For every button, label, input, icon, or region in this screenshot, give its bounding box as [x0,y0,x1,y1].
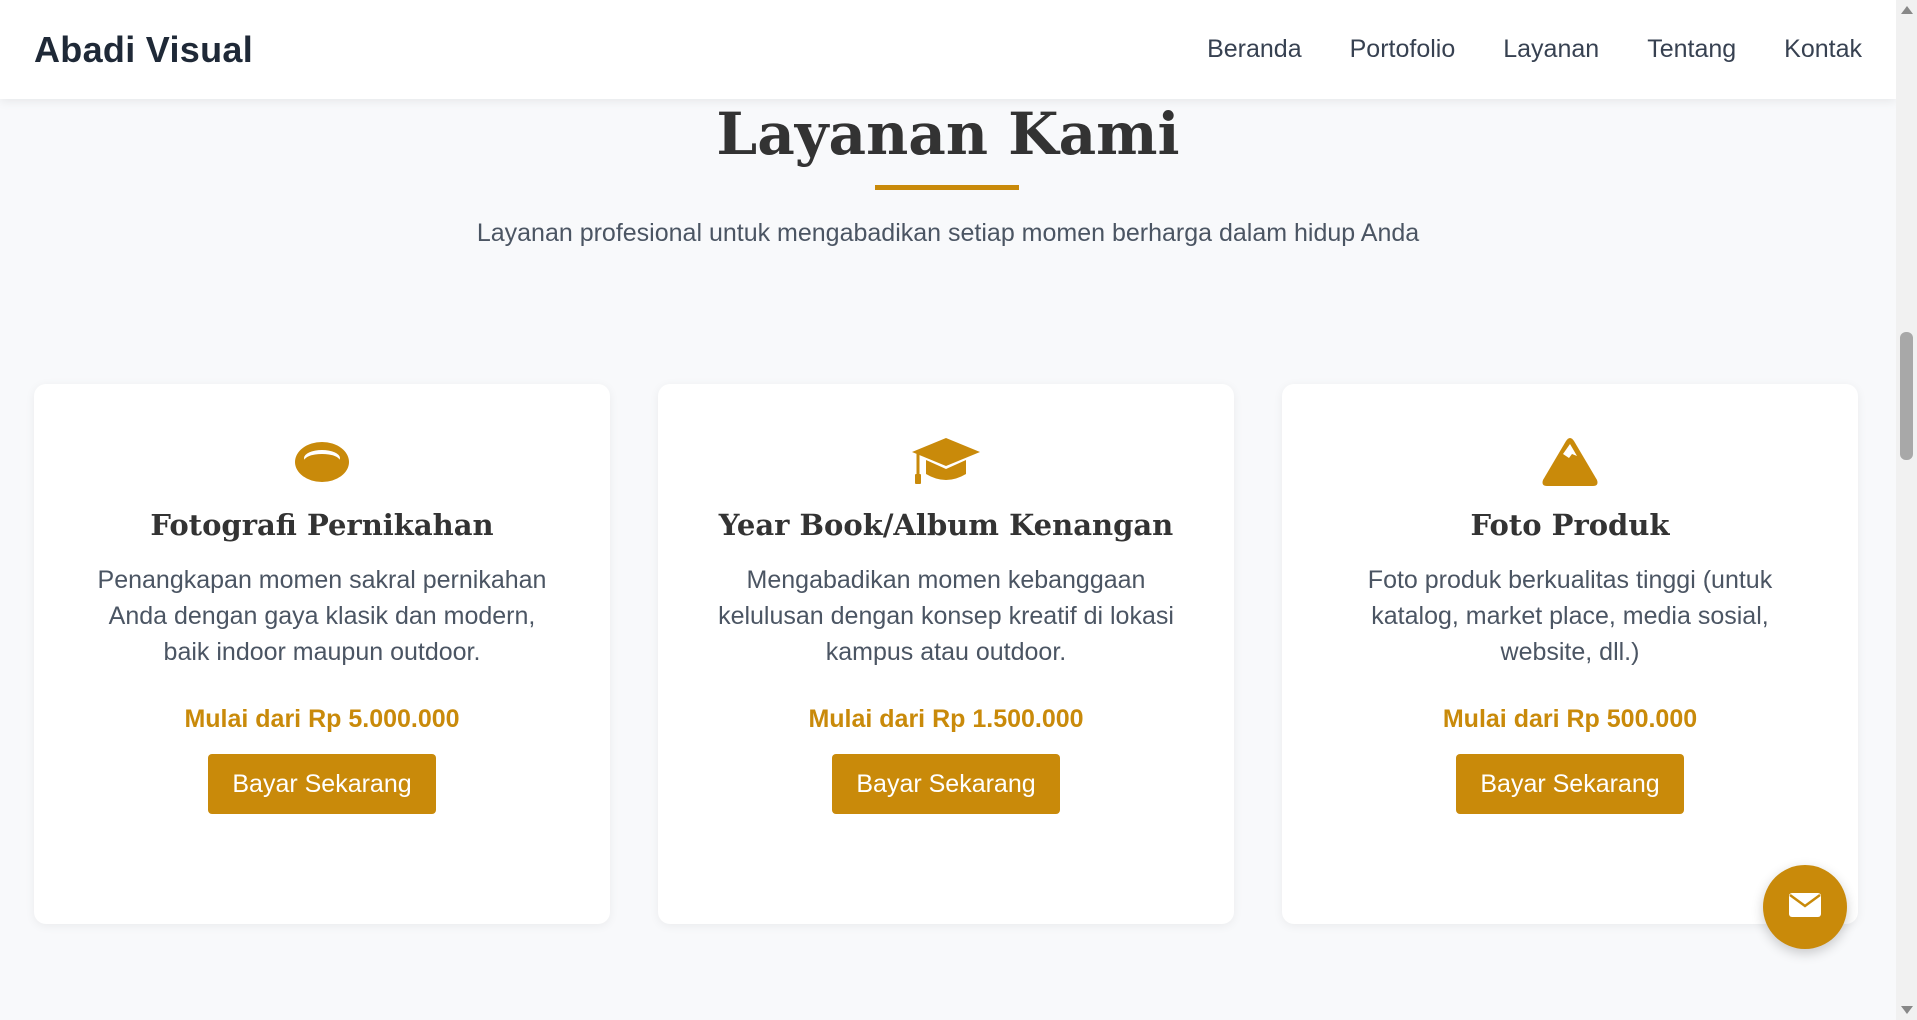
title-underline [875,185,1019,190]
service-card-yearbook: Year Book/Album Kenangan Mengabadikan mo… [658,384,1234,924]
pay-now-button[interactable]: Bayar Sekarang [208,754,436,814]
page-scrollbar[interactable] [1896,0,1917,1020]
nav-item-layanan[interactable]: Layanan [1503,35,1599,64]
brand-logo[interactable]: Abadi Visual [34,29,253,71]
pay-now-button[interactable]: Bayar Sekarang [1456,754,1684,814]
page: Abadi Visual Beranda Portofolio Layanan … [0,0,1896,1020]
card-title: Year Book/Album Kenangan [718,508,1174,542]
nav-item-kontak[interactable]: Kontak [1784,35,1862,64]
card-title: Fotografi Pernikahan [150,508,494,542]
card-title: Foto Produk [1470,508,1670,542]
nav-item-tentang[interactable]: Tentang [1647,35,1736,64]
card-price: Mulai dari Rp 5.000.000 [184,705,460,733]
section-subtitle: Layanan profesional untuk mengabadikan s… [476,219,1420,247]
card-description: Foto produk berkualitas tinggi (untuk ka… [1367,566,1773,666]
navbar: Abadi Visual Beranda Portofolio Layanan … [0,0,1896,99]
card-description: Mengabadikan momen kebanggaan kelulusan … [718,566,1174,666]
service-card-product: Foto Produk Foto produk berkualitas ting… [1282,384,1858,924]
card-price: Mulai dari Rp 1.500.000 [808,705,1084,733]
services-grid: Fotografi Pernikahan Penangkapan momen s… [34,384,1860,924]
nav-item-portofolio[interactable]: Portofolio [1350,35,1456,64]
pay-now-button[interactable]: Bayar Sekarang [832,754,1060,814]
nav-item-beranda[interactable]: Beranda [1207,35,1302,64]
main-nav: Beranda Portofolio Layanan Tentang Konta… [1207,35,1862,64]
contact-fab[interactable] [1763,865,1847,949]
service-card-wedding: Fotografi Pernikahan Penangkapan momen s… [34,384,610,924]
scroll-down-arrow-icon[interactable] [1901,1006,1913,1014]
envelope-icon [1789,892,1821,922]
card-description: Penangkapan momen sakral pernikahan Anda… [97,566,547,666]
graduation-cap-icon [658,432,1234,492]
scroll-thumb[interactable] [1900,332,1913,460]
scroll-up-arrow-icon[interactable] [1901,6,1913,14]
section-title: Layanan Kami [716,100,1180,168]
card-price: Mulai dari Rp 500.000 [1442,705,1698,733]
ring-icon [34,432,610,492]
mountain-icon [1282,432,1858,492]
